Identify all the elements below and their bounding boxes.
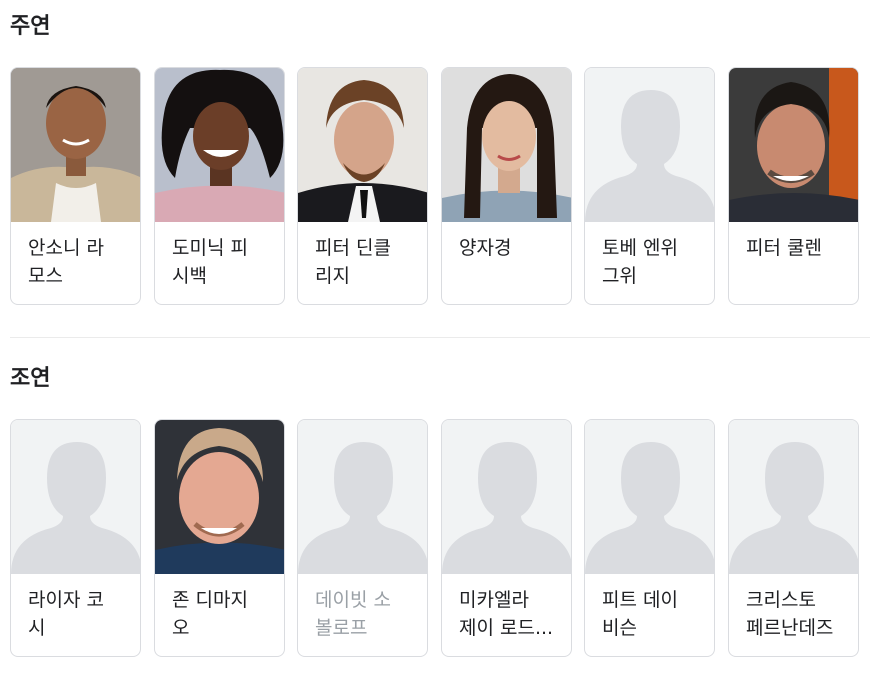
cast-card[interactable]: 미카엘라 제이 로드... bbox=[441, 419, 572, 657]
cast-card[interactable]: 안소니 라 모스 bbox=[10, 67, 141, 305]
section-title-lead: 주연 bbox=[10, 14, 51, 39]
actor-name: 존 디마지 오 bbox=[172, 589, 248, 639]
actor-photo bbox=[155, 420, 284, 574]
actor-name: 데이빗 소 볼로프 bbox=[315, 589, 391, 639]
cast-card-list: 안소니 라 모스 도미닉 피 시백 피터 딘클 리지 양자경 토베 엔위 그위 … bbox=[10, 67, 870, 305]
actor-name: 토베 엔위 그위 bbox=[602, 237, 678, 287]
actor-name: 피트 데이 비슨 bbox=[602, 589, 678, 639]
cast-card[interactable]: 도미닉 피 시백 bbox=[154, 67, 285, 305]
actor-photo bbox=[11, 68, 140, 222]
cast-card[interactable]: 데이빗 소 볼로프 bbox=[297, 419, 428, 657]
cast-card[interactable]: 존 디마지 오 bbox=[154, 419, 285, 657]
actor-photo bbox=[155, 68, 284, 222]
cast-card[interactable]: 크리스토 페르난데즈 bbox=[728, 419, 859, 657]
cast-card[interactable]: 토베 엔위 그위 bbox=[584, 67, 715, 305]
section-title-supporting: 조연 bbox=[10, 366, 51, 391]
cast-card-list: 라이자 코 시 존 디마지 오 데이빗 소 볼로프 미카엘라 제이 로드... … bbox=[10, 419, 870, 657]
actor-photo bbox=[442, 68, 571, 222]
actor-photo bbox=[298, 68, 427, 222]
cast-card[interactable]: 피터 딘클 리지 bbox=[297, 67, 428, 305]
actor-name: 미카엘라 제이 로드... bbox=[459, 589, 554, 639]
actor-name: 양자경 bbox=[459, 237, 512, 259]
placeholder-photo bbox=[585, 68, 714, 222]
placeholder-photo bbox=[729, 420, 858, 574]
actor-name: 피터 딘클 리지 bbox=[315, 237, 391, 287]
placeholder-photo bbox=[442, 420, 571, 574]
actor-name: 크리스토 페르난데즈 bbox=[746, 589, 834, 639]
actor-name: 도미닉 피 시백 bbox=[172, 237, 248, 287]
section-divider bbox=[10, 337, 870, 338]
placeholder-photo bbox=[11, 420, 140, 574]
cast-card[interactable]: 라이자 코 시 bbox=[10, 419, 141, 657]
actor-name: 라이자 코 시 bbox=[28, 589, 104, 639]
cast-card[interactable]: 양자경 bbox=[441, 67, 572, 305]
placeholder-photo bbox=[585, 420, 714, 574]
cast-card[interactable]: 피트 데이 비슨 bbox=[584, 419, 715, 657]
actor-photo bbox=[729, 68, 858, 222]
actor-name: 피터 쿨렌 bbox=[746, 237, 822, 259]
placeholder-photo bbox=[298, 420, 427, 574]
cast-card[interactable]: 피터 쿨렌 bbox=[728, 67, 859, 305]
actor-name: 안소니 라 모스 bbox=[28, 237, 104, 287]
